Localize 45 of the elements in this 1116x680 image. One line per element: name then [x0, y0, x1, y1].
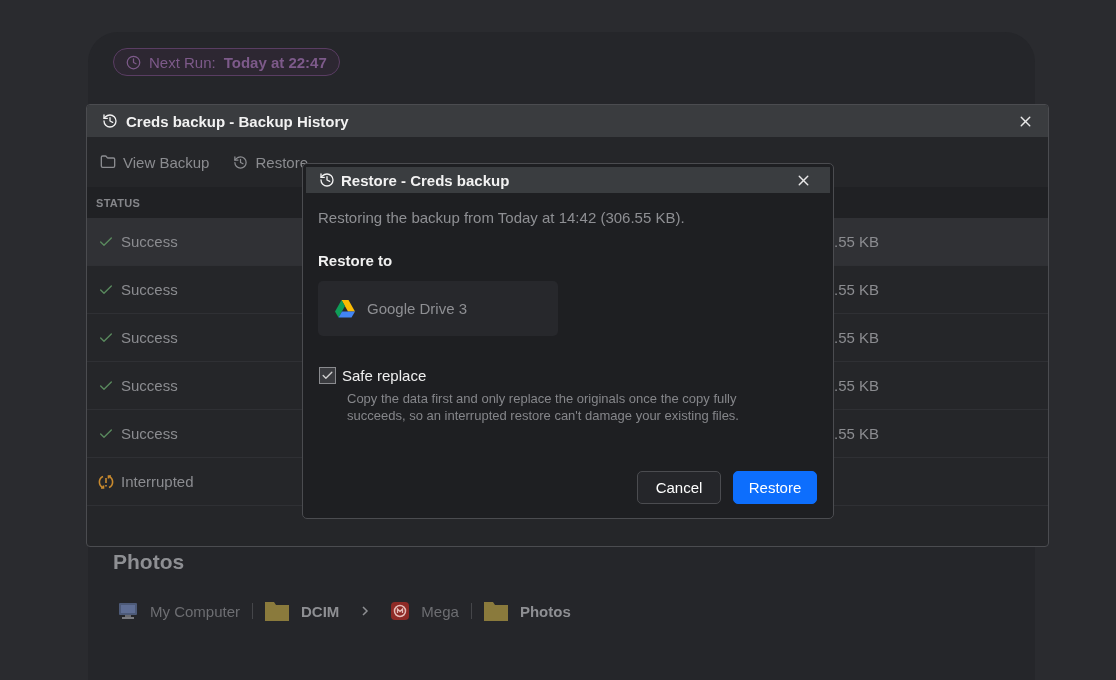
- size-text: .55 KB: [834, 377, 880, 394]
- status-text: Interrupted: [121, 473, 194, 490]
- breadcrumb-item[interactable]: DCIM: [301, 602, 340, 620]
- cancel-button[interactable]: Cancel: [637, 471, 721, 504]
- clock-icon: [126, 54, 141, 70]
- status-text: Success: [121, 377, 178, 394]
- status-text: Success: [121, 281, 178, 298]
- folder-icon: [265, 601, 290, 621]
- restore-message: Restoring the backup from Today at 14:42 (306.55 KB).: [318, 209, 686, 226]
- history-icon: [233, 154, 249, 170]
- size-text: .55 KB: [834, 281, 880, 298]
- check-icon: [321, 369, 334, 382]
- breadcrumb-item[interactable]: Mega: [421, 602, 459, 620]
- breadcrumb-item[interactable]: Photos: [519, 602, 571, 620]
- folder-icon: [100, 154, 116, 170]
- checkbox-label: Safe replace: [342, 367, 427, 384]
- interrupted-icon: [98, 473, 114, 490]
- history-icon: [319, 172, 335, 188]
- section-title: Photos: [113, 550, 186, 574]
- status-text: Success: [121, 329, 178, 346]
- size-text: .55 KB: [834, 329, 880, 346]
- safe-replace-description: Copy the data first and only replace the originals once the copy fully succeeds, so an interrupted restore can't damage your existing files.: [347, 390, 740, 424]
- status-text: Success: [121, 425, 178, 442]
- safe-replace-checkbox[interactable]: [319, 367, 336, 384]
- monitor-icon: [118, 602, 138, 620]
- destination-card[interactable]: Google Drive 3: [318, 281, 558, 336]
- chevron-icon: [361, 605, 370, 617]
- toolbar-button[interactable]: View Backup: [100, 153, 210, 171]
- folder-icon: [483, 601, 508, 621]
- history-icon: [102, 113, 118, 129]
- window-title: Creds backup - Backup History: [126, 112, 350, 130]
- next-run-value: Today at 22:47: [223, 53, 327, 71]
- column-header: STATUS: [96, 196, 141, 209]
- restore-button[interactable]: Restore: [733, 471, 817, 504]
- destination-name: Google Drive 3: [367, 300, 468, 317]
- size-text: .55 KB: [834, 233, 880, 250]
- size-text: .55 KB: [834, 425, 880, 442]
- drive-logo-icon: [335, 299, 355, 318]
- breadcrumb-item[interactable]: My Computer: [150, 602, 241, 620]
- mega-logo-icon: [391, 602, 410, 620]
- status-text: Success: [121, 233, 178, 250]
- toolbar-button[interactable]: Restore: [233, 153, 308, 171]
- next-run-label: Next Run:: [149, 53, 216, 71]
- dialog-title: Restore - Creds backup: [341, 171, 511, 189]
- restore-to-label: Restore to: [318, 252, 394, 269]
